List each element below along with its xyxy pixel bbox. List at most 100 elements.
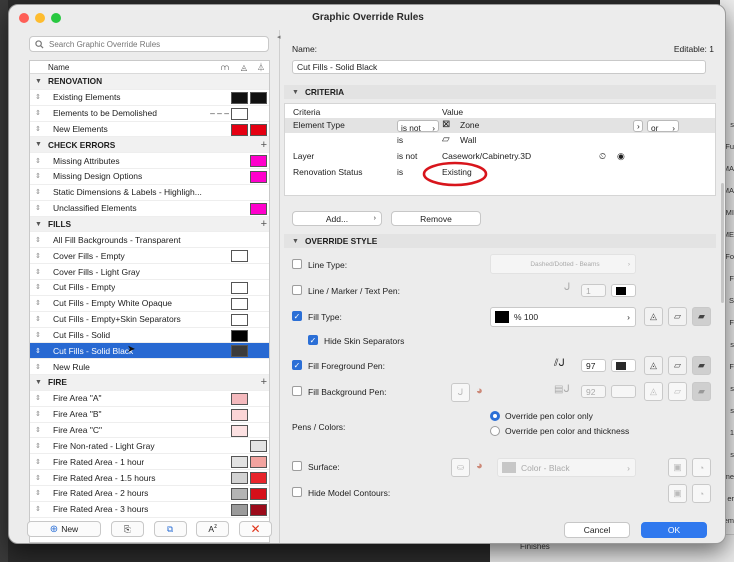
fill-pattern-icon[interactable]: ▱ (668, 307, 687, 326)
criteria-row[interactable]: Renovation Status is Existing (285, 165, 715, 180)
visibility-eye-icon[interactable]: ◉ (617, 151, 625, 162)
drag-handle-icon[interactable]: ⇕ (35, 109, 45, 117)
rule-list-item[interactable]: ⇕ Static Dimensions & Labels - Highligh..… (30, 185, 269, 201)
fill-slab-icon[interactable]: ▰ (692, 307, 711, 326)
drag-handle-icon[interactable]: ⇕ (35, 125, 45, 133)
close-window-button[interactable] (19, 13, 29, 23)
delete-rule-button[interactable]: ✕ (239, 521, 272, 537)
fill-column-icon[interactable]: ◬ (241, 61, 247, 74)
criteria-row[interactable]: Layer is not Casework/Cabinetry.3D ⏲ ◉ (285, 149, 715, 164)
drag-handle-icon[interactable]: ⇕ (35, 236, 45, 244)
contour-apply-icon[interactable]: ▣ (668, 484, 687, 503)
rule-list-item[interactable]: ⇕ Cover Fills - Empty (30, 248, 269, 265)
rule-list-item[interactable]: ⇕ New Rule (30, 359, 269, 376)
maximize-window-button[interactable] (51, 13, 61, 23)
remove-criteria-button[interactable]: Remove (391, 211, 481, 226)
drag-handle-icon[interactable]: ⇕ (35, 315, 45, 323)
rename-rule-button[interactable]: Az (196, 521, 230, 537)
fill-background-checkbox[interactable] (292, 386, 302, 396)
criteria-row[interactable]: Element Type is not › ⊠ Zone › or › (285, 118, 715, 133)
line-pen-color[interactable] (611, 284, 636, 297)
line-type-dropdown[interactable]: Dashed/Dotted - Beams › (490, 254, 636, 274)
fill-type-checkbox[interactable]: ✓ (292, 311, 302, 321)
drag-handle-icon[interactable]: ⇕ (35, 474, 45, 482)
fill-foreground-pen-number[interactable]: 97 (581, 359, 606, 372)
rule-group-header[interactable]: ▼ RENOVATION (30, 74, 269, 90)
fill-type-dropdown[interactable]: % 100 › (490, 307, 636, 327)
fg-slab-icon[interactable]: ▰ (692, 356, 711, 375)
drag-handle-icon[interactable]: ⇕ (35, 204, 45, 212)
drag-handle-icon[interactable]: ⇕ (35, 299, 45, 307)
ok-button[interactable]: OK (641, 522, 707, 538)
drag-handle-icon[interactable]: ⇕ (35, 252, 45, 260)
value-chevron-button[interactable]: › (633, 120, 643, 132)
rule-list-item[interactable]: ⇕ Fire Rated Area - 1.5 hours (30, 470, 269, 486)
rule-group-header[interactable]: ▼ FILLS + (30, 216, 269, 233)
fill-background-pen-number[interactable]: 92 (581, 385, 606, 398)
criteria-row[interactable]: is ▱ Wall (285, 133, 715, 148)
add-rule-plus-icon[interactable]: + (261, 376, 267, 388)
surface-apply-icon[interactable]: ▣ (668, 458, 687, 477)
surface-checkbox[interactable] (292, 461, 302, 471)
rule-list-item[interactable]: ⇕ All Fill Backgrounds - Transparent (30, 232, 269, 249)
fill-foreground-checkbox[interactable]: ✓ (292, 360, 302, 370)
override-style-header[interactable]: ▼ OVERRIDE STYLE (284, 234, 716, 248)
cancel-button[interactable]: Cancel (564, 522, 630, 538)
drag-handle-icon[interactable]: ⇕ (35, 363, 45, 371)
rule-list-item[interactable]: ⇕ Cut Fills - Solid (30, 328, 269, 344)
rule-list-item[interactable]: ⇕ Fire Rated Area - 1 hour (30, 454, 269, 471)
surface-brush-icon[interactable]: ⛀ (451, 458, 470, 477)
rule-list-item[interactable]: ⇕ Unclassified Elements (30, 201, 269, 217)
drag-handle-icon[interactable]: ⇕ (35, 442, 45, 450)
rule-list-item[interactable]: ⇕ Cut Fills - Empty+Skin Separators (30, 312, 269, 328)
logic-dropdown[interactable]: or › (647, 120, 679, 133)
rule-list-item[interactable]: ⇕ Fire Non-rated - Light Gray (30, 438, 269, 455)
criteria-section-header[interactable]: ▼ CRITERIA (284, 85, 716, 99)
rule-list-item[interactable]: ⇕ Missing Design Options (30, 169, 269, 185)
add-rule-plus-icon[interactable]: + (261, 139, 267, 151)
override-color-only-radio[interactable] (490, 411, 500, 421)
drag-handle-icon[interactable]: ⇕ (35, 410, 45, 418)
override-scrollbar[interactable] (721, 183, 724, 303)
add-criteria-button[interactable]: Add... › (292, 211, 382, 226)
bg-hatch-icon[interactable]: ◬ (644, 382, 663, 401)
panel-divider[interactable] (279, 30, 280, 543)
rule-list-item[interactable]: ⇕ Fire Area "A" (30, 391, 269, 407)
rule-list-item[interactable]: ⇕ Existing Elements (30, 90, 269, 106)
hide-skin-checkbox[interactable]: ✓ (308, 335, 318, 345)
layers-column-icon[interactable]: ⩋ (221, 61, 229, 74)
minimize-window-button[interactable] (35, 13, 45, 23)
rule-list-item[interactable]: ⇕ Missing Attributes (30, 153, 269, 170)
fill-hatch-icon[interactable]: ◬ (644, 307, 663, 326)
rule-list-item[interactable]: ⇕ Cover Fills - Light Gray (30, 264, 269, 280)
drag-handle-icon[interactable]: ⇕ (35, 458, 45, 466)
drag-handle-icon[interactable]: ⇕ (35, 268, 45, 276)
drag-handle-icon[interactable]: ⇕ (35, 426, 45, 434)
rule-list-item[interactable]: ⇕ Elements to be Demolished – – – (30, 106, 269, 122)
rule-list-item[interactable]: ⇕ Fire Rated Area - 2 hours (30, 486, 269, 502)
drag-handle-icon[interactable]: ⇕ (35, 172, 45, 180)
drag-handle-icon[interactable]: ⇕ (35, 331, 45, 339)
drag-handle-icon[interactable]: ⇕ (35, 93, 45, 101)
drag-handle-icon[interactable]: ⇕ (35, 394, 45, 402)
drag-handle-icon[interactable]: ⇕ (35, 157, 45, 165)
drag-handle-icon[interactable]: ⇕ (35, 347, 45, 355)
search-input[interactable] (49, 39, 249, 49)
rule-list-item[interactable]: ⇕ Fire Rated Area - 3 hours (30, 502, 269, 518)
contour-object-icon[interactable]: ◔ (692, 484, 711, 503)
line-marker-pen-checkbox[interactable] (292, 285, 302, 295)
drag-handle-icon[interactable]: ⇕ (35, 505, 45, 513)
rule-list-item[interactable]: ⇕ New Elements (30, 122, 269, 138)
operator-dropdown[interactable]: is not › (397, 120, 439, 133)
rule-list-item[interactable]: ⇕ Cut Fills - Solid Black ➤ (30, 343, 269, 360)
bg-pattern-icon[interactable]: ▱ (668, 382, 687, 401)
color-wheel-icon[interactable]: ◕ (476, 460, 483, 472)
line-pen-number[interactable]: 1 (581, 284, 606, 297)
surface-object-icon[interactable]: ◔ (692, 458, 711, 477)
rule-list-item[interactable]: ⇕ Cut Fills - Empty (30, 280, 269, 296)
bg-slab-icon[interactable]: ▰ (692, 382, 711, 401)
search-field[interactable] (29, 36, 269, 52)
rule-list-item[interactable]: ⇕ Fire Area "C" (30, 423, 269, 439)
fg-pattern-icon[interactable]: ▱ (668, 356, 687, 375)
rule-group-header[interactable]: ▼ FIRE + (30, 375, 269, 391)
